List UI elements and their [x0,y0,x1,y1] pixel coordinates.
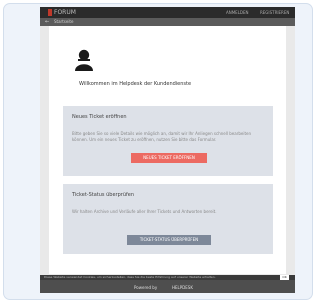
top-navigation-bar: FORUM ANMELDEN REGISTRIEREN [40,7,295,18]
breadcrumb[interactable]: Startseite [54,18,73,26]
nav-link-signin[interactable]: ANMELDEN [226,8,249,17]
check-ticket-status-button[interactable]: TICKET-STATUS ÜBERPRÜFEN [127,235,211,245]
nav-link-register[interactable]: REGISTRIEREN [260,8,289,17]
cookie-notice-text: Diese Website verwendet Cookies, um sich… [44,275,216,279]
new-ticket-title: Neues Ticket eröffnen [72,114,127,120]
brand-mark-icon [48,9,52,16]
cookie-notice: Diese Website verwendet Cookies, um sich… [40,275,295,280]
back-arrow-icon[interactable]: ← [45,18,49,26]
new-ticket-description: Bitte geben Sie so viele Details wie mög… [72,131,252,142]
footer-logo-left[interactable]: Powered by [134,285,157,291]
brand-name: FORUM [54,9,76,16]
ticket-status-title: Ticket-Status überprüfen [72,192,134,198]
open-new-ticket-button[interactable]: NEUES TICKET ERÖFFNEN [131,153,207,163]
ticket-status-description: Wir halten Archive und Verläufe aller Ih… [72,209,217,214]
welcome-heading: Willkommen im Helpdesk der Kundendienste [79,81,192,87]
main-content: Willkommen im Helpdesk der Kundendienste… [49,26,286,274]
footer-logo-right[interactable]: HELPDESK [172,285,193,291]
new-ticket-panel: Neues Ticket eröffnen Bitte geben Sie so… [63,106,273,176]
ticket-status-panel: Ticket-Status überprüfen Wir halten Arch… [63,184,273,254]
user-avatar-icon [75,49,93,71]
cookie-accept-button[interactable]: OK [280,275,289,280]
breadcrumb-bar: ← Startseite [40,18,295,26]
footer: Diese Website verwendet Cookies, um sich… [40,275,295,293]
screenshot-frame: FORUM ANMELDEN REGISTRIEREN ← Startseite… [3,3,313,300]
helpdesk-page: FORUM ANMELDEN REGISTRIEREN ← Startseite… [40,7,295,293]
